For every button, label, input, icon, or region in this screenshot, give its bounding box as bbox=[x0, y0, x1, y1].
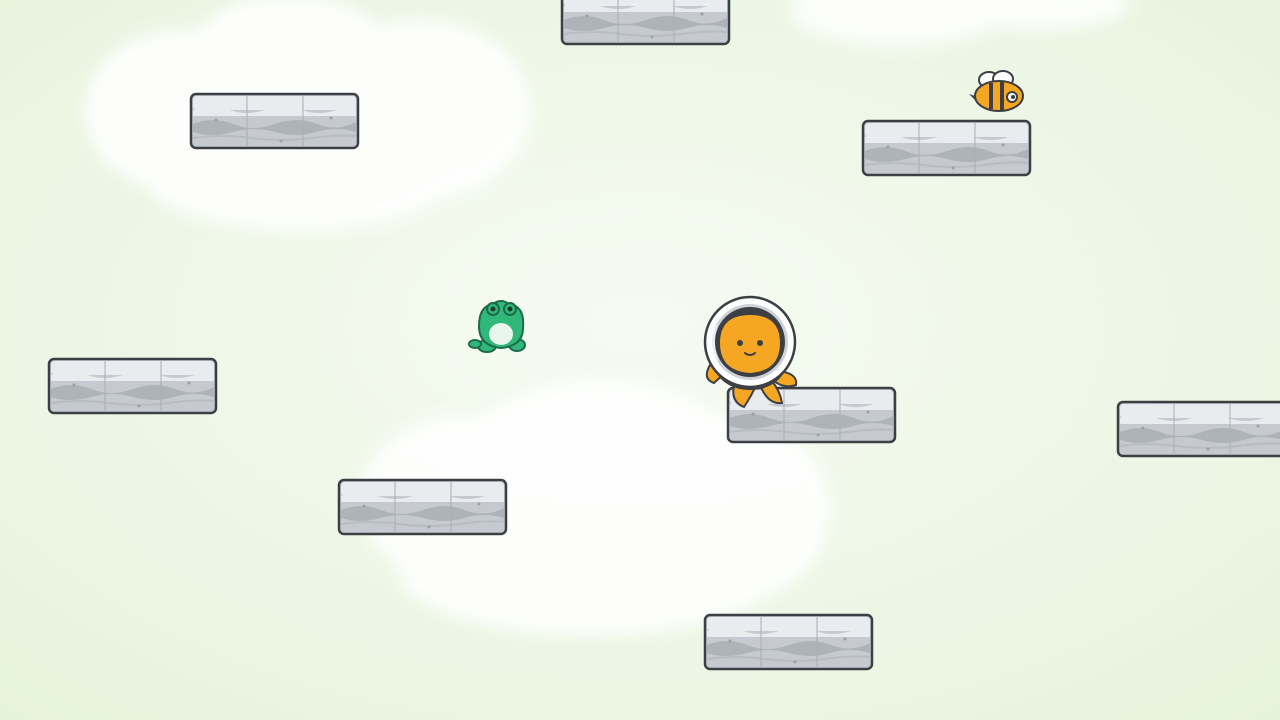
platform bbox=[703, 613, 874, 671]
platform bbox=[337, 478, 508, 536]
platform bbox=[1116, 400, 1280, 458]
platform bbox=[726, 386, 897, 444]
platform bbox=[861, 119, 1032, 177]
game-scene[interactable] bbox=[0, 0, 1280, 720]
platform bbox=[560, 0, 731, 46]
platform bbox=[189, 92, 360, 150]
scene-canvas bbox=[0, 0, 1280, 720]
platform bbox=[47, 357, 218, 415]
